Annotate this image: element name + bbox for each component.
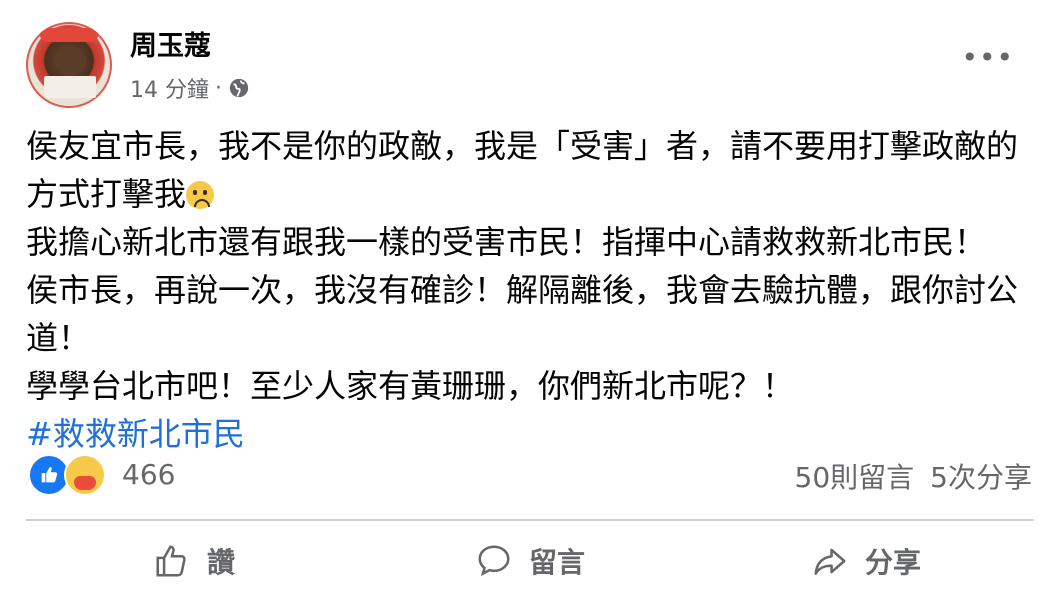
like-label: 讚	[206, 546, 235, 579]
meta-separator: ·	[215, 75, 222, 101]
post-actions: 讚 留言 分享	[26, 528, 1034, 594]
post-paragraph: 我擔心新北市還有跟我一樣的受害市民！指揮中心請救救新北市民！	[26, 223, 987, 261]
avatar[interactable]	[26, 22, 112, 108]
post-meta: 14 分鐘 ·	[130, 72, 250, 104]
more-options-icon[interactable]: •••	[961, 44, 1014, 72]
reaction-count: 466	[122, 457, 176, 491]
thumbs-up-icon	[156, 545, 186, 577]
post-paragraph: 侯友宜市長，我不是你的政敵，我是「受害」者，請不要用打擊政敵的方式打擊我	[26, 127, 1019, 213]
care-reaction-icon	[64, 454, 106, 496]
avatar-band	[40, 28, 98, 42]
divider	[26, 519, 1034, 521]
engagement-stats: 50則留言 5次分享	[795, 456, 1032, 496]
reaction-icons	[28, 454, 112, 496]
share-button[interactable]: 分享	[698, 528, 1034, 594]
avatar-face	[54, 46, 86, 76]
avatar-paper	[44, 76, 96, 98]
share-icon	[814, 548, 846, 575]
post-paragraph: 侯市長，再說一次，我沒有確診！解隔離後，我會去驗抗體，跟你討公道！	[26, 271, 1019, 357]
share-label: 分享	[864, 546, 921, 579]
globe-icon[interactable]	[228, 77, 250, 99]
shares-count[interactable]: 5次分享	[930, 456, 1032, 496]
post-paragraph: 學學台北市吧！至少人家有黃珊珊，你們新北市呢？！	[26, 367, 795, 405]
facebook-post: 周玉蔻 14 分鐘 · ••• 侯友宜市長，我不是你的政敵，我是「受害」者，請不…	[0, 0, 1060, 596]
author-name[interactable]: 周玉蔻	[130, 24, 211, 63]
post-time[interactable]: 14 分鐘	[130, 72, 209, 104]
comment-button[interactable]: 留言	[362, 528, 698, 594]
comment-label: 留言	[528, 546, 585, 579]
hashtag-link[interactable]: #救救新北市民	[26, 410, 1036, 458]
like-button[interactable]: 讚	[26, 528, 362, 594]
comments-count[interactable]: 50則留言	[795, 456, 915, 496]
comment-icon	[478, 545, 510, 577]
post-body: 侯友宜市長，我不是你的政敵，我是「受害」者，請不要用打擊政敵的方式打擊我 我擔心…	[26, 122, 1036, 458]
sad-face-emoji	[186, 181, 215, 209]
reactions-summary[interactable]: 466	[28, 454, 176, 496]
